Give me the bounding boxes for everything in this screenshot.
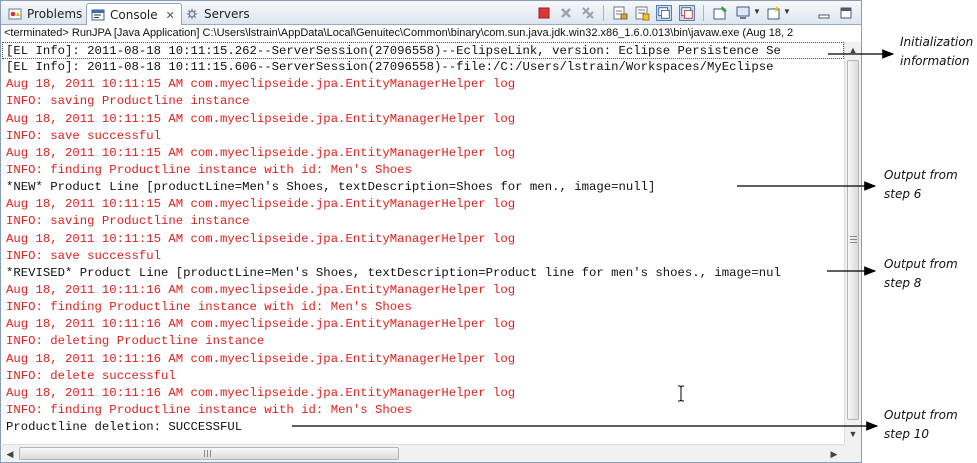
chevron-down-icon[interactable]: ▼ (783, 7, 791, 16)
console-line: Aug 18, 2011 10:11:15 AM com.myeclipseid… (6, 197, 516, 212)
tab-servers[interactable]: Servers (181, 3, 256, 25)
console-line: Aug 18, 2011 10:11:16 AM com.myeclipseid… (6, 351, 516, 366)
scroll-lock-icon[interactable] (634, 5, 650, 21)
annotation-step-10: Output from step 10 (884, 408, 958, 441)
console-line: Aug 18, 2011 10:11:15 AM com.myeclipseid… (6, 111, 516, 126)
console-line: Aug 18, 2011 10:11:15 AM com.myeclipseid… (6, 77, 516, 92)
display-console-icon[interactable] (736, 5, 752, 21)
console-line: INFO: saving Productline instance (6, 214, 250, 229)
close-icon[interactable]: ✕ (166, 9, 175, 22)
view-tab-bar: Problems Console ✕ Servers ▼ ▼ (1, 1, 861, 26)
console-icon (91, 9, 105, 21)
tab-problems[interactable]: Problems (4, 3, 88, 25)
terminate-icon[interactable] (536, 5, 552, 21)
tab-label: Problems (27, 7, 83, 21)
scrollbar-corner (844, 444, 861, 462)
launch-path-label: <terminated> RunJPA [Java Application] C… (1, 25, 861, 42)
console-line: Aug 18, 2011 10:11:16 AM com.myeclipseid… (6, 282, 516, 297)
console-line: INFO: saving Productline instance (6, 94, 250, 109)
console-line: [EL Info]: 2011-08-18 10:11:15.262--Serv… (2, 42, 844, 60)
chevron-down-icon[interactable]: ▼ (753, 7, 761, 16)
tab-label: Console (110, 8, 158, 22)
annotation-step-8: Output from step 8 (884, 257, 958, 290)
console-line: Aug 18, 2011 10:11:16 AM com.myeclipseid… (6, 385, 516, 400)
minimize-icon[interactable] (816, 5, 832, 21)
maximize-icon[interactable] (838, 5, 854, 21)
console-line: Aug 18, 2011 10:11:15 AM com.myeclipseid… (6, 145, 516, 160)
console-line: Productline deletion: SUCCESSFUL (6, 420, 243, 435)
pin-console-icon[interactable] (712, 5, 728, 21)
console-line: INFO: delete successful (6, 368, 176, 383)
toolbar-separator (703, 5, 704, 21)
scroll-up-icon[interactable]: ▲ (845, 42, 861, 58)
remove-launch-icon[interactable] (558, 5, 574, 21)
tab-console[interactable]: Console ✕ (86, 3, 182, 26)
servers-icon (186, 8, 198, 20)
show-on-stderr-icon[interactable] (679, 5, 695, 21)
scroll-left-icon[interactable]: ◀ (2, 446, 18, 462)
console-line: *REVISED* Product Line [productLine=Men'… (6, 265, 781, 280)
toolbar-separator (603, 5, 604, 21)
console-line: INFO: finding Productline instance with … (6, 402, 412, 417)
console-line: Aug 18, 2011 10:11:15 AM com.myeclipseid… (6, 231, 516, 246)
vertical-scroll-thumb[interactable] (847, 60, 859, 420)
annotation-initialization: Initialization information (900, 35, 974, 68)
scroll-down-icon[interactable]: ▼ (845, 426, 861, 442)
problems-icon (8, 8, 22, 20)
remove-all-launches-icon[interactable] (580, 5, 596, 21)
console-line: INFO: finding Productline instance with … (6, 300, 412, 315)
console-line: INFO: save successful (6, 248, 161, 263)
scroll-right-icon[interactable]: ▶ (826, 446, 842, 462)
console-line: Aug 18, 2011 10:11:16 AM com.myeclipseid… (6, 317, 516, 332)
vertical-scrollbar[interactable]: ▲ ▼ (844, 42, 861, 444)
horizontal-scroll-thumb[interactable] (19, 447, 399, 460)
text-cursor-icon (678, 385, 684, 402)
console-output[interactable]: [EL Info]: 2011-08-18 10:11:15.262--Serv… (2, 42, 844, 444)
tab-label: Servers (204, 7, 250, 21)
console-line: *NEW* Product Line [productLine=Men's Sh… (6, 180, 656, 195)
console-view: Problems Console ✕ Servers ▼ ▼ <terminat… (0, 0, 862, 463)
open-console-icon[interactable] (766, 5, 782, 21)
show-on-stdout-icon[interactable] (656, 5, 672, 21)
horizontal-scrollbar[interactable]: ◀ ▶ (2, 444, 844, 462)
console-line: INFO: finding Productline instance with … (6, 162, 412, 177)
console-line: INFO: save successful (6, 128, 161, 143)
console-line: [EL Info]: 2011-08-18 10:11:15.606--Serv… (6, 60, 774, 75)
annotation-step-6: Output from step 6 (884, 168, 958, 201)
clear-console-icon[interactable] (612, 5, 628, 21)
console-line: INFO: deleting Productline instance (6, 334, 265, 349)
